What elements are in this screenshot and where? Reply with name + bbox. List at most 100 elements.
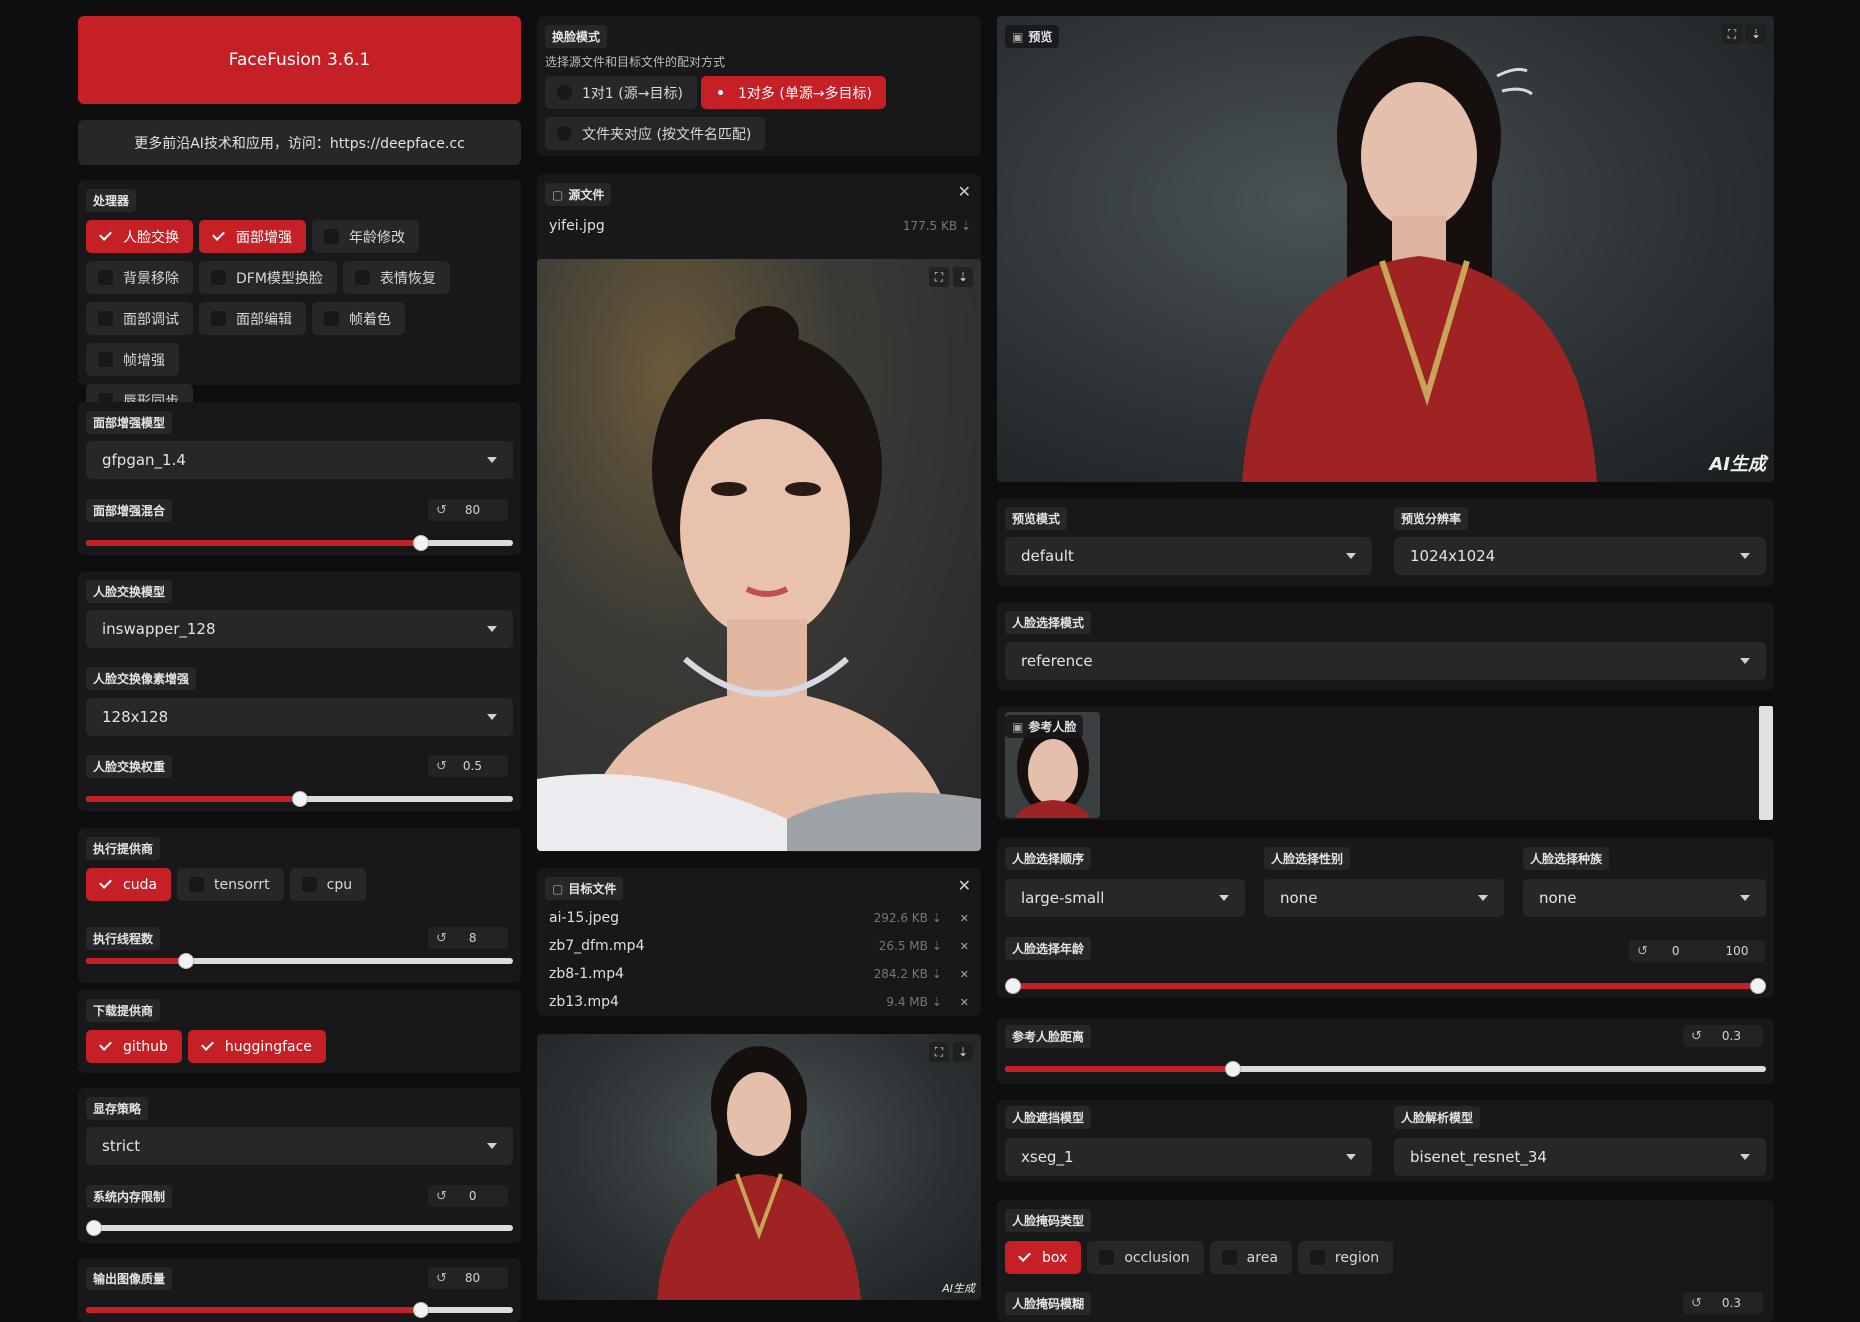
preview-resolution-dropdown[interactable]: 1024x1024	[1394, 537, 1766, 575]
reset-icon[interactable]: ↺	[436, 503, 447, 518]
face-selector-gender-dropdown[interactable]: none	[1264, 879, 1504, 917]
execution-provider-cpu[interactable]: cpu	[289, 868, 367, 901]
execution-threads-slider[interactable]	[86, 953, 513, 969]
face-mask-type-region[interactable]: region	[1297, 1241, 1394, 1274]
face-enhancer-blend-number[interactable]: ↺ 80	[428, 499, 508, 521]
close-icon[interactable]: ✕	[960, 996, 969, 1009]
output-image-quality-number[interactable]: ↺ 80	[428, 1267, 508, 1289]
face-swapper-pixel-boost-dropdown[interactable]: 128x128	[86, 698, 513, 736]
target-file-row[interactable]: ai-15.jpeg 292.6 KB ⇣ ✕	[549, 904, 969, 932]
face-swapper-weight-slider[interactable]	[86, 791, 513, 807]
processor-frame-colorizer[interactable]: 帧着色	[312, 302, 405, 335]
processor-frame-enhancer[interactable]: 帧增强	[86, 343, 179, 376]
swap-mode-one-to-one[interactable]: 1对1 (源→目标)	[545, 76, 697, 109]
face-occluder-model-dropdown[interactable]: xseg_1	[1005, 1138, 1372, 1176]
processor-face-swapper[interactable]: 人脸交换	[86, 220, 193, 253]
face-enhancer-blend-slider[interactable]	[86, 535, 513, 551]
slider-fill	[86, 958, 187, 964]
face-parser-model-dropdown[interactable]: bisenet_resnet_34	[1394, 1138, 1766, 1176]
slider-thumb[interactable]	[413, 1302, 430, 1318]
face-enhancer-model-label: 面部增强模型	[86, 411, 173, 434]
output-image-quality-slider[interactable]	[86, 1302, 513, 1318]
close-icon[interactable]: ✕	[960, 912, 969, 925]
face-selector-mode-dropdown[interactable]: reference	[1005, 642, 1766, 680]
reset-icon[interactable]: ↺	[436, 931, 447, 946]
app-title-button[interactable]: FaceFusion 3.6.1	[78, 16, 521, 104]
swap-mode-folder-match[interactable]: 文件夹对应 (按文件名匹配)	[545, 117, 766, 150]
reset-icon[interactable]: ↺	[1691, 1296, 1702, 1311]
target-file-row[interactable]: zb13.mp4 9.4 MB ⇣ ✕	[549, 988, 969, 1016]
reference-distance-slider[interactable]	[1005, 1061, 1766, 1077]
processor-age-modifier[interactable]: 年龄修改	[312, 220, 419, 253]
source-file-row[interactable]: yifei.jpg 177.5 KB ⇣	[549, 212, 971, 240]
slider-thumb[interactable]	[178, 953, 195, 969]
fullscreen-icon[interactable]: ⛶	[1722, 24, 1742, 44]
memory-limit-number[interactable]: ↺ 0	[428, 1185, 508, 1207]
reference-distance-label: 参考人脸距离	[1005, 1025, 1092, 1048]
target-file-row[interactable]: zb7_dfm.mp4 26.5 MB ⇣ ✕	[549, 932, 969, 960]
processors-panel: 处理器 人脸交换 面部增强 年龄修改 背景移除 DFM模型换脸 表情恢复 面部调试 面部编…	[78, 180, 521, 417]
reset-icon[interactable]: ↺	[1637, 944, 1648, 959]
execution-provider-cuda[interactable]: cuda	[86, 868, 172, 901]
target-file-row[interactable]: zb8-1.mp4 284.2 KB ⇣ ✕	[549, 960, 969, 988]
close-icon[interactable]: ✕	[960, 940, 969, 953]
reference-distance-number[interactable]: ↺ 0.3	[1683, 1025, 1763, 1047]
face-selector-order-label: 人脸选择顺序	[1005, 847, 1092, 870]
processor-face-debugger[interactable]: 面部调试	[86, 302, 193, 335]
face-mask-type-occlusion[interactable]: occlusion	[1087, 1241, 1204, 1274]
slider-thumb-start[interactable]	[1005, 978, 1021, 994]
download-icon[interactable]: ⇣	[932, 939, 942, 953]
face-mask-type-box[interactable]: box	[1005, 1241, 1082, 1274]
face-enhancer-model-dropdown[interactable]: gfpgan_1.4	[86, 441, 513, 479]
download-icon[interactable]: ⇣	[953, 1042, 973, 1062]
face-swapper-model-dropdown[interactable]: inswapper_128	[86, 610, 513, 648]
download-provider-github[interactable]: github	[86, 1030, 182, 1063]
reset-icon[interactable]: ↺	[436, 759, 447, 774]
slider-thumb[interactable]	[413, 535, 430, 551]
processor-expression-restorer[interactable]: 表情恢复	[342, 261, 450, 294]
processor-dfm-swapper[interactable]: DFM模型换脸	[199, 261, 337, 294]
download-provider-huggingface[interactable]: huggingface	[187, 1030, 326, 1063]
slider-thumb[interactable]	[1225, 1061, 1242, 1077]
execution-provider-tensorrt[interactable]: tensorrt	[177, 868, 284, 901]
download-icon[interactable]: ⇣	[932, 967, 942, 981]
slider-thumb[interactable]	[291, 791, 308, 807]
close-icon[interactable]: ✕	[958, 876, 971, 895]
download-icon[interactable]: ⇣	[932, 995, 942, 1009]
face-mask-blur-number[interactable]: ↺ 0.3	[1683, 1292, 1763, 1314]
preview-resolution-label: 预览分辨率	[1394, 507, 1469, 530]
download-icon[interactable]: ⇣	[1746, 24, 1766, 44]
download-icon[interactable]: ⇣	[961, 219, 971, 233]
face-selector-order-dropdown[interactable]: large-small	[1005, 879, 1245, 917]
preview-mode-dropdown[interactable]: default	[1005, 537, 1372, 575]
reset-icon[interactable]: ↺	[436, 1189, 447, 1204]
fullscreen-icon[interactable]: ⛶	[929, 1042, 949, 1062]
face-swapper-weight-number[interactable]: ↺ 0.5	[428, 755, 508, 777]
download-icon[interactable]: ⇣	[953, 267, 973, 287]
processor-face-editor[interactable]: 面部编辑	[199, 302, 306, 335]
close-icon[interactable]: ✕	[958, 182, 971, 201]
checkbox-icon	[98, 270, 113, 285]
close-icon[interactable]: ✕	[960, 968, 969, 981]
processor-face-enhancer[interactable]: 面部增强	[199, 220, 306, 253]
download-icon[interactable]: ⇣	[932, 911, 942, 925]
memory-limit-slider[interactable]	[86, 1220, 513, 1236]
preview-mode-label: 预览模式	[1005, 507, 1068, 530]
face-enhancer-panel: 面部增强模型 gfpgan_1.4 面部增强混合 ↺ 80	[78, 402, 521, 555]
face-selector-race-dropdown[interactable]: none	[1523, 879, 1766, 917]
reset-icon[interactable]: ↺	[1691, 1029, 1702, 1044]
execution-threads-number[interactable]: ↺ 8	[428, 927, 508, 949]
swap-mode-one-to-many[interactable]: 1对多 (单源→多目标)	[701, 76, 887, 109]
reset-icon[interactable]: ↺	[436, 1271, 447, 1286]
face-mask-type-area[interactable]: area	[1209, 1241, 1292, 1274]
face-swapper-weight-label: 人脸交换权重	[86, 755, 173, 778]
memory-strategy-dropdown[interactable]: strict	[86, 1127, 513, 1165]
slider-thumb[interactable]	[86, 1220, 102, 1236]
reference-face-scrollbar[interactable]	[1759, 706, 1773, 820]
fullscreen-icon[interactable]: ⛶	[929, 267, 949, 287]
face-selector-gender-label: 人脸选择性别	[1264, 847, 1351, 870]
face-selector-age-slider[interactable]	[1005, 978, 1766, 994]
slider-thumb-end[interactable]	[1750, 978, 1766, 994]
face-selector-age-number[interactable]: ↺ 0 100	[1629, 940, 1765, 962]
processor-background-remover[interactable]: 背景移除	[86, 261, 193, 294]
